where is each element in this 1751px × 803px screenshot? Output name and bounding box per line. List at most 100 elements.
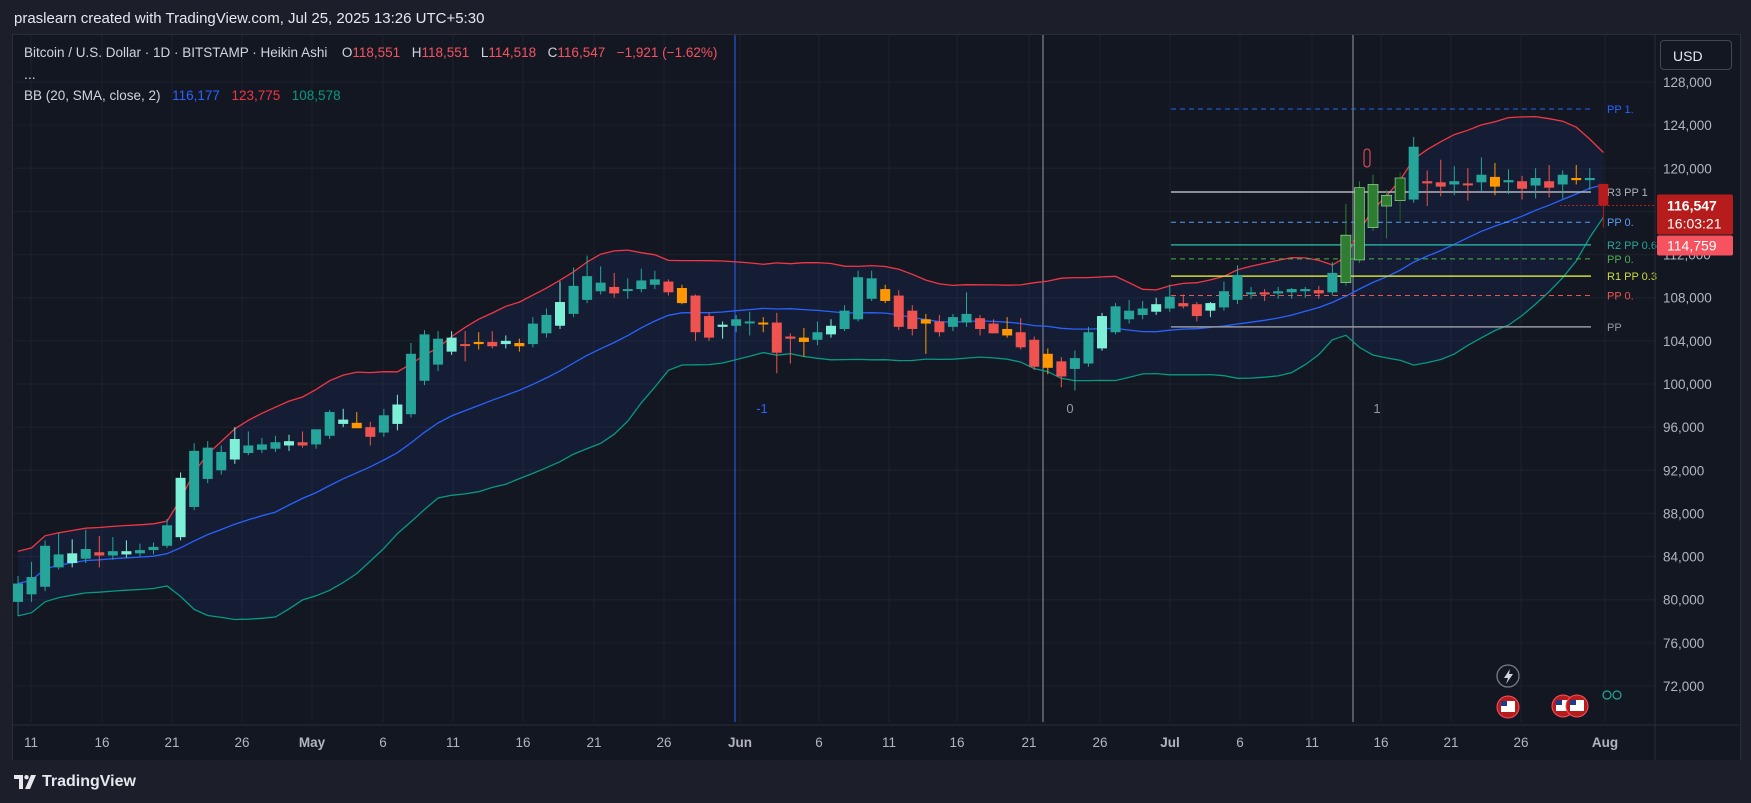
bb-upper-value: 123,775	[231, 88, 281, 103]
candle-body	[798, 337, 809, 342]
candle-body	[1462, 183, 1473, 186]
change-value: −1,921 (−1.62%)	[616, 45, 718, 60]
candle-body	[324, 412, 335, 436]
bb-legend: BB (20, SMA, close, 2) 116,177 123,775 1…	[24, 88, 341, 103]
time-tick-label: Jul	[1160, 735, 1180, 750]
candle-body	[731, 319, 742, 326]
candle-body	[1327, 272, 1338, 293]
candle-body	[975, 318, 986, 329]
candle-body	[107, 551, 118, 556]
time-tick-label: 16	[94, 735, 109, 750]
candle-body	[704, 316, 715, 338]
candle-body	[1083, 332, 1094, 364]
symbol-title[interactable]: Bitcoin / U.S. Dollar · 1D · BITSTAMP · …	[24, 45, 327, 60]
price-tick-label: 120,000	[1663, 161, 1712, 176]
cycle-label: -1	[756, 401, 768, 416]
candle-body	[392, 404, 403, 424]
candle-body	[1002, 328, 1013, 336]
split-marker-icon[interactable]	[1612, 690, 1622, 700]
time-tick-label: 21	[1021, 735, 1036, 750]
candle-body	[527, 323, 538, 345]
time-tick-label: 26	[234, 735, 249, 750]
candle-body	[1015, 332, 1026, 348]
price-tick-label: 104,000	[1663, 334, 1712, 349]
time-tick-label: May	[299, 735, 326, 750]
bb-label[interactable]: BB (20, SMA, close, 2)	[24, 88, 161, 103]
currency-button[interactable]: USD	[1660, 40, 1732, 70]
candle-body	[80, 549, 91, 559]
time-tick-label: 21	[164, 735, 179, 750]
candle-body	[1273, 291, 1284, 294]
candle-body	[270, 442, 281, 449]
candle-body	[378, 415, 389, 433]
dividend-marker-icon[interactable]	[1602, 690, 1612, 700]
footer: TradingView	[0, 760, 1751, 803]
candle-body	[419, 334, 430, 381]
candle-body	[771, 322, 782, 353]
candle-body	[189, 450, 200, 507]
price-tick-label: 108,000	[1663, 291, 1712, 306]
pivot-label: PP 0.	[1607, 291, 1634, 303]
price-tick-label: 92,000	[1663, 463, 1704, 478]
candle-body	[1598, 183, 1609, 206]
candle-body	[582, 276, 593, 300]
legend-more-button[interactable]: ...	[24, 66, 36, 82]
candle-body	[1151, 304, 1162, 312]
candle-body	[1476, 174, 1487, 183]
candle-body	[1069, 358, 1080, 369]
low-price-text: 114,759	[1667, 238, 1717, 254]
time-tick-label: 26	[1513, 735, 1528, 750]
candle-body	[162, 525, 173, 546]
candle-body	[880, 289, 891, 301]
candle-body	[134, 550, 145, 554]
time-tick-label: 21	[1443, 735, 1458, 750]
symbol-legend: Bitcoin / U.S. Dollar · 1D · BITSTAMP · …	[24, 45, 717, 60]
candle-body	[961, 313, 972, 323]
candle-body	[758, 322, 769, 325]
us-flag-canton-icon	[1570, 700, 1576, 705]
candle-body	[405, 353, 416, 415]
candle-body	[541, 314, 552, 334]
candle-body	[907, 310, 918, 329]
high-value: 118,551	[421, 45, 470, 60]
candle-body	[853, 277, 864, 320]
candle-body	[839, 310, 850, 329]
candle-body	[514, 343, 525, 347]
cycle-label: 1	[1373, 401, 1380, 416]
time-tick-label: 26	[656, 735, 671, 750]
candle-body	[1056, 361, 1067, 377]
candle-body	[1354, 187, 1365, 261]
candle-body	[717, 324, 728, 327]
price-chart[interactable]: PP 1. R3 PP 1 PP 0. R2 PP 0.6 PP 0. R1 PP 0.3…	[0, 0, 1751, 803]
candle-body	[148, 546, 159, 551]
candle-body	[473, 341, 484, 345]
candle-body	[1137, 308, 1148, 315]
candle-body	[649, 279, 660, 285]
candle-body	[202, 447, 213, 479]
candle-body	[1232, 275, 1243, 300]
time-tick-label: 6	[379, 735, 387, 750]
footer-brand[interactable]: TradingView	[42, 773, 136, 791]
bar-marker-icon	[1363, 148, 1371, 168]
time-tick-label: 11	[24, 735, 38, 750]
time-tick-label: 26	[1092, 735, 1107, 750]
candle-body	[866, 278, 877, 299]
candle-body	[1530, 177, 1541, 186]
candle-body	[1205, 303, 1216, 311]
close-label: C	[547, 45, 558, 60]
candle-body	[284, 441, 294, 446]
price-tick-label: 76,000	[1663, 636, 1704, 651]
candle-body	[487, 341, 498, 347]
candle-body	[446, 337, 457, 352]
candle-body	[297, 442, 308, 446]
candle-body	[460, 344, 471, 347]
candle-body	[1584, 177, 1595, 181]
time-tick-label: 11	[882, 735, 896, 750]
candle-body	[1557, 174, 1568, 185]
price-tick-label: 72,000	[1663, 679, 1704, 694]
last-price-text: 116,547	[1667, 198, 1717, 214]
price-tick-label: 128,000	[1663, 75, 1712, 90]
pivot-label: PP 0.	[1607, 254, 1634, 266]
candle-body	[988, 323, 999, 334]
candle-body	[1164, 296, 1175, 309]
